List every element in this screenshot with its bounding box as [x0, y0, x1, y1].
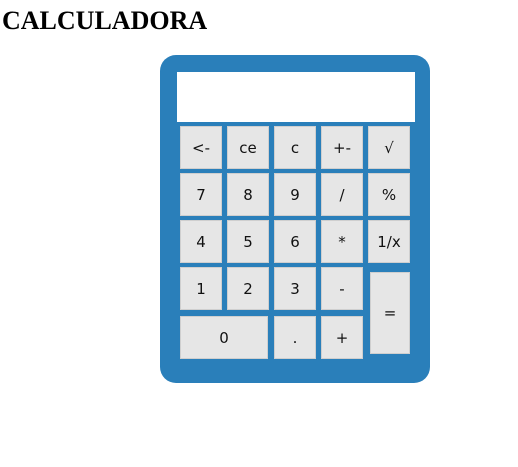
clear-button[interactable]: c: [274, 126, 316, 169]
minus-button[interactable]: -: [321, 267, 363, 310]
equals-button[interactable]: =: [370, 272, 410, 354]
digit-4-button[interactable]: 4: [180, 220, 222, 263]
page-title: CALCULADORA: [2, 6, 208, 35]
digit-3-button[interactable]: 3: [274, 267, 316, 310]
digit-8-button[interactable]: 8: [227, 173, 269, 216]
multiply-button[interactable]: *: [321, 220, 363, 263]
digit-2-button[interactable]: 2: [227, 267, 269, 310]
digit-1-button[interactable]: 1: [180, 267, 222, 310]
digit-0-button[interactable]: 0: [180, 316, 268, 359]
plus-minus-button[interactable]: +-: [321, 126, 363, 169]
digit-5-button[interactable]: 5: [227, 220, 269, 263]
reciprocal-button[interactable]: 1/x: [368, 220, 410, 263]
divide-button[interactable]: /: [321, 173, 363, 216]
calculator-display[interactable]: [177, 72, 415, 122]
digit-7-button[interactable]: 7: [180, 173, 222, 216]
square-root-button[interactable]: √: [368, 126, 410, 169]
digit-6-button[interactable]: 6: [274, 220, 316, 263]
clear-entry-button[interactable]: ce: [227, 126, 269, 169]
percent-button[interactable]: %: [368, 173, 410, 216]
calculator-body: <- ce c +- √ 7 8 9 / % 4 5 6 * 1/x 1 2 3…: [160, 55, 430, 383]
plus-button[interactable]: +: [321, 316, 363, 359]
decimal-point-button[interactable]: .: [274, 316, 316, 359]
backspace-button[interactable]: <-: [180, 126, 222, 169]
digit-9-button[interactable]: 9: [274, 173, 316, 216]
